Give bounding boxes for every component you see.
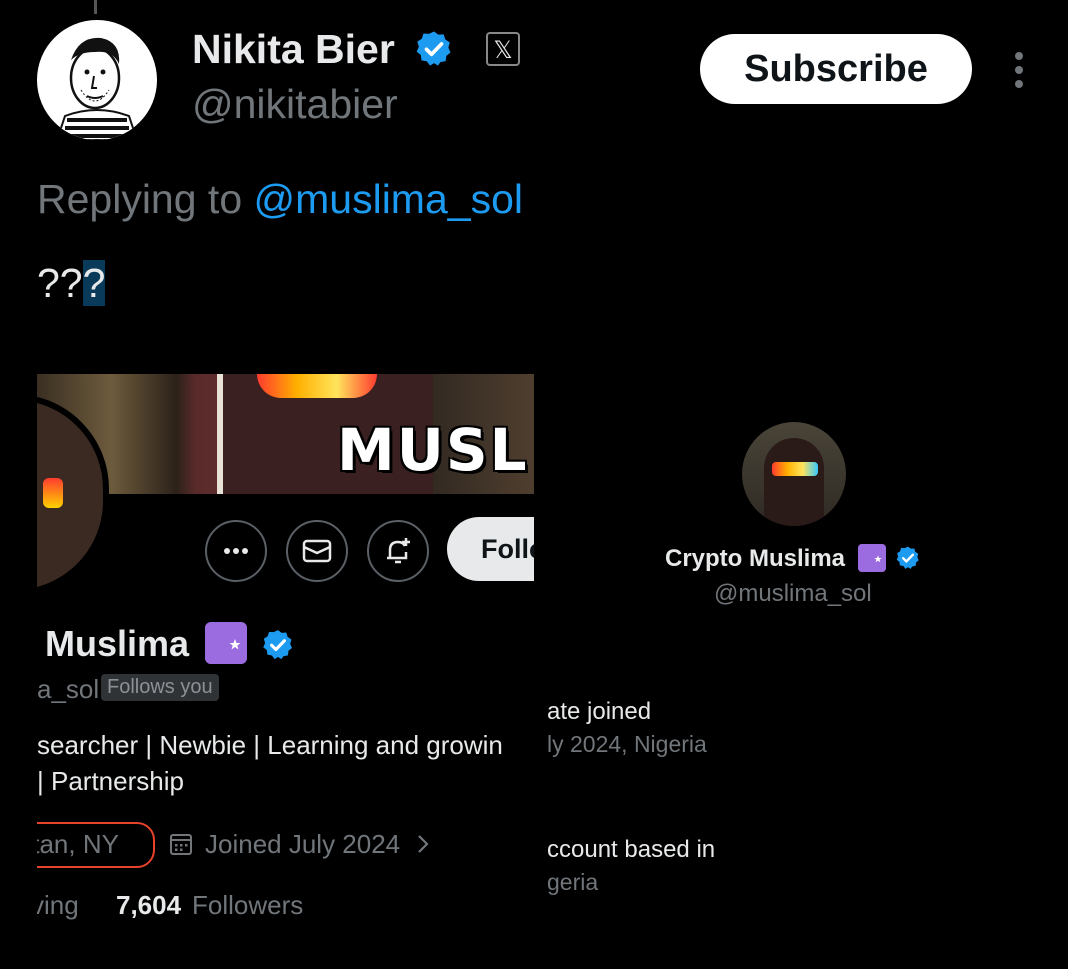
profile-banner: MUSL [37, 374, 534, 494]
joined-date: Joined July 2024 [205, 829, 401, 859]
banner-text: MUSL [337, 416, 529, 484]
account-based-label: ccount based in [547, 836, 716, 863]
replying-to-mention[interactable]: @muslima_sol [254, 176, 523, 222]
avatar-hood-graphic [764, 438, 824, 526]
more-button[interactable] [205, 520, 267, 582]
follows-you-badge: Follows you [101, 674, 219, 701]
profile-display-name: Muslima [45, 623, 190, 664]
crescent-star-badge-icon [205, 622, 248, 664]
bell-plus-icon [387, 538, 410, 564]
notify-button[interactable] [367, 520, 429, 582]
following-label[interactable]: ving [37, 890, 79, 921]
thread-line [94, 0, 97, 14]
message-button[interactable] [286, 520, 348, 582]
verified-badge-icon [416, 31, 451, 66]
more-options-icon[interactable] [1008, 50, 1030, 90]
author-avatar[interactable] [37, 20, 157, 140]
replying-to-prefix: Replying to [37, 176, 254, 222]
follow-button[interactable]: Follo [447, 517, 534, 581]
post-text: ??? [37, 260, 106, 307]
banner-goggles-graphic [257, 374, 377, 398]
attached-image-profile[interactable]: MUSL Follo Muslima [37, 374, 534, 934]
bio-line-1: searcher | Newbie | Learning and growin [37, 730, 503, 760]
about-handle: @muslima_sol [714, 580, 872, 607]
date-joined-label: ate joined [547, 698, 652, 725]
verified-badge-icon [263, 630, 293, 660]
author-name-row: Nikita Bier [192, 26, 454, 73]
post-text-selection: ? [82, 260, 106, 306]
joined-date-row[interactable]: Joined July 2024 [205, 829, 431, 860]
envelope-icon [302, 539, 332, 563]
account-based-value: geria [547, 869, 599, 895]
replying-to-line: Replying to @muslima_sol [37, 176, 523, 223]
followers-count[interactable]: 7,604 [116, 890, 181, 921]
verified-badge-icon [897, 546, 920, 569]
profile-handle: a_sol [37, 674, 100, 704]
profile-location: ttan, NY [37, 829, 119, 859]
bio-line-2: | Partnership [37, 766, 184, 796]
author-avatar-drawing [55, 37, 139, 140]
chevron-right-icon [418, 835, 429, 853]
calendar-icon [170, 834, 192, 855]
avatar-goggles-graphic [43, 478, 63, 508]
author-name[interactable]: Nikita Bier [192, 26, 395, 72]
post-text-plain: ?? [37, 260, 83, 306]
author-handle[interactable]: @nikitabier [192, 81, 398, 128]
about-name-row: Crypto Muslima [665, 544, 921, 573]
date-joined-value: ly 2024, Nigeria [547, 731, 707, 757]
about-avatar [742, 422, 846, 526]
x-affiliate-badge-icon: 𝕏 [486, 32, 520, 66]
profile-name-row: Muslima [45, 622, 295, 665]
ellipsis-icon [224, 548, 248, 554]
crescent-star-badge-icon [857, 544, 886, 572]
followers-label[interactable]: Followers [192, 890, 303, 921]
about-display-name: Crypto Muslima [665, 545, 846, 572]
avatar-goggles-graphic [772, 462, 818, 476]
subscribe-button[interactable]: Subscribe [700, 34, 972, 104]
